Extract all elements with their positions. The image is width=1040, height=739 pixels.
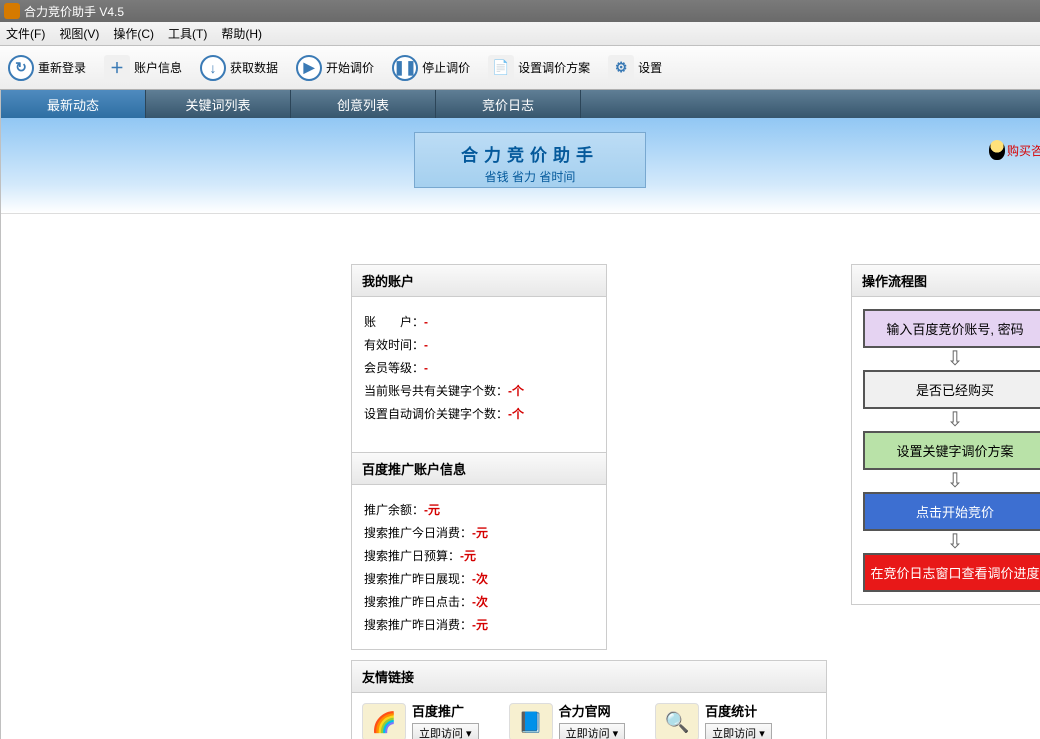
main-area: 最新动态 关键词列表 创意列表 竞价日志 合力竞价助手 省钱 省力 省时间 购买…: [0, 90, 1040, 739]
flow-title: 操作流程图: [851, 264, 1040, 297]
toolbar: ↻重新登录 ＋账户信息 ↓获取数据 ▶开始调价 ❚❚停止调价 📄设置调价方案 ⚙…: [0, 46, 1040, 90]
menu-help[interactable]: 帮助(H): [221, 25, 262, 42]
tab-latest[interactable]: 最新动态: [1, 90, 146, 118]
menu-operate[interactable]: 操作(C): [113, 25, 154, 42]
tab-keywords[interactable]: 关键词列表: [146, 90, 291, 118]
gear-icon: ⚙: [608, 55, 634, 81]
tab-bar: 最新动态 关键词列表 创意列表 竞价日志: [1, 90, 1040, 118]
flow-step-1: 输入百度竞价账号, 密码: [863, 309, 1040, 348]
banner-box: 合力竞价助手 省钱 省力 省时间: [414, 132, 646, 188]
app-icon: [4, 3, 20, 19]
stat-icon: 🔍: [655, 703, 699, 739]
my-account-panel: 我的账户 账 户：- 有效时间：- 会员等级：- 当前账号共有关键字个数：-个 …: [351, 264, 607, 650]
tab-creative[interactable]: 创意列表: [291, 90, 436, 118]
stop-button[interactable]: ❚❚停止调价: [392, 55, 470, 81]
content: 最新动态 关键词列表 创意列表 竞价日志 合力竞价助手 省钱 省力 省时间 购买…: [1, 90, 1040, 739]
visit-button-3[interactable]: 立即访问 ▾: [705, 723, 772, 739]
flow-panel: 操作流程图 输入百度竞价账号, 密码 ⇩ 是否已经购买是 ⇩ 设置关键字调价方案…: [851, 264, 1040, 739]
play-icon: ▶: [296, 55, 322, 81]
flow-step-3: 设置关键字调价方案: [863, 431, 1040, 470]
body-area: 我的账户 账 户：- 有效时间：- 会员等级：- 当前账号共有关键字个数：-个 …: [1, 214, 1040, 739]
menu-file[interactable]: 文件(F): [6, 25, 45, 42]
visit-button-1[interactable]: 立即访问 ▾: [412, 723, 479, 739]
start-button[interactable]: ▶开始调价: [296, 55, 374, 81]
link-baidu-stat: 🔍 百度统计立即访问 ▾: [655, 701, 772, 739]
plan-icon: 📄: [488, 55, 514, 81]
menu-view[interactable]: 视图(V): [59, 25, 99, 42]
pause-icon: ❚❚: [392, 55, 418, 81]
link-heli-site: 📘 合力官网立即访问 ▾: [509, 701, 626, 739]
arrow-icon: ⇩: [947, 350, 964, 368]
app-title: 合力竞价助手 V4.5: [24, 3, 124, 20]
qq-consult[interactable]: 购买咨询: [989, 140, 1040, 160]
title-bar: 合力竞价助手 V4.5: [0, 0, 1040, 22]
account-icon: ＋: [104, 55, 130, 81]
arrow-icon: ⇩: [947, 472, 964, 490]
baidu-info-title: 百度推广账户信息: [352, 453, 606, 485]
friend-links-title: 友情链接: [352, 661, 826, 693]
my-account-title: 我的账户: [352, 265, 606, 297]
banner: 合力竞价助手 省钱 省力 省时间 购买咨询: [1, 118, 1040, 214]
download-icon: ↓: [200, 55, 226, 81]
arrow-icon: ⇩: [947, 533, 964, 551]
flow-step-2: 是否已经购买是: [863, 370, 1040, 409]
rainbow-icon: 🌈: [362, 703, 406, 739]
banner-title: 合力竞价助手: [415, 141, 645, 166]
relogin-button[interactable]: ↻重新登录: [8, 55, 86, 81]
menu-bar: 文件(F) 视图(V) 操作(C) 工具(T) 帮助(H): [0, 22, 1040, 46]
fetch-data-button[interactable]: ↓获取数据: [200, 55, 278, 81]
settings-button[interactable]: ⚙设置: [608, 55, 662, 81]
qq-icon: [989, 140, 1005, 160]
account-info-button[interactable]: ＋账户信息: [104, 55, 182, 81]
plan-button[interactable]: 📄设置调价方案: [488, 55, 590, 81]
link-baidu-promo: 🌈 百度推广立即访问 ▾: [362, 701, 479, 739]
visit-button-2[interactable]: 立即访问 ▾: [559, 723, 626, 739]
friend-links-panel: 友情链接 🌈 百度推广立即访问 ▾ 📘 合力官网立即访问 ▾ 🔍 百度统计: [351, 660, 827, 739]
menu-tool[interactable]: 工具(T): [168, 25, 207, 42]
flow-step-5: 在竞价日志窗口查看调价进度: [863, 553, 1040, 592]
tab-log[interactable]: 竞价日志: [436, 90, 581, 118]
refresh-icon: ↻: [8, 55, 34, 81]
site-icon: 📘: [509, 703, 553, 739]
arrow-icon: ⇩: [947, 411, 964, 429]
flow-step-4: 点击开始竞价: [863, 492, 1040, 531]
banner-subtitle: 省钱 省力 省时间: [415, 168, 645, 185]
